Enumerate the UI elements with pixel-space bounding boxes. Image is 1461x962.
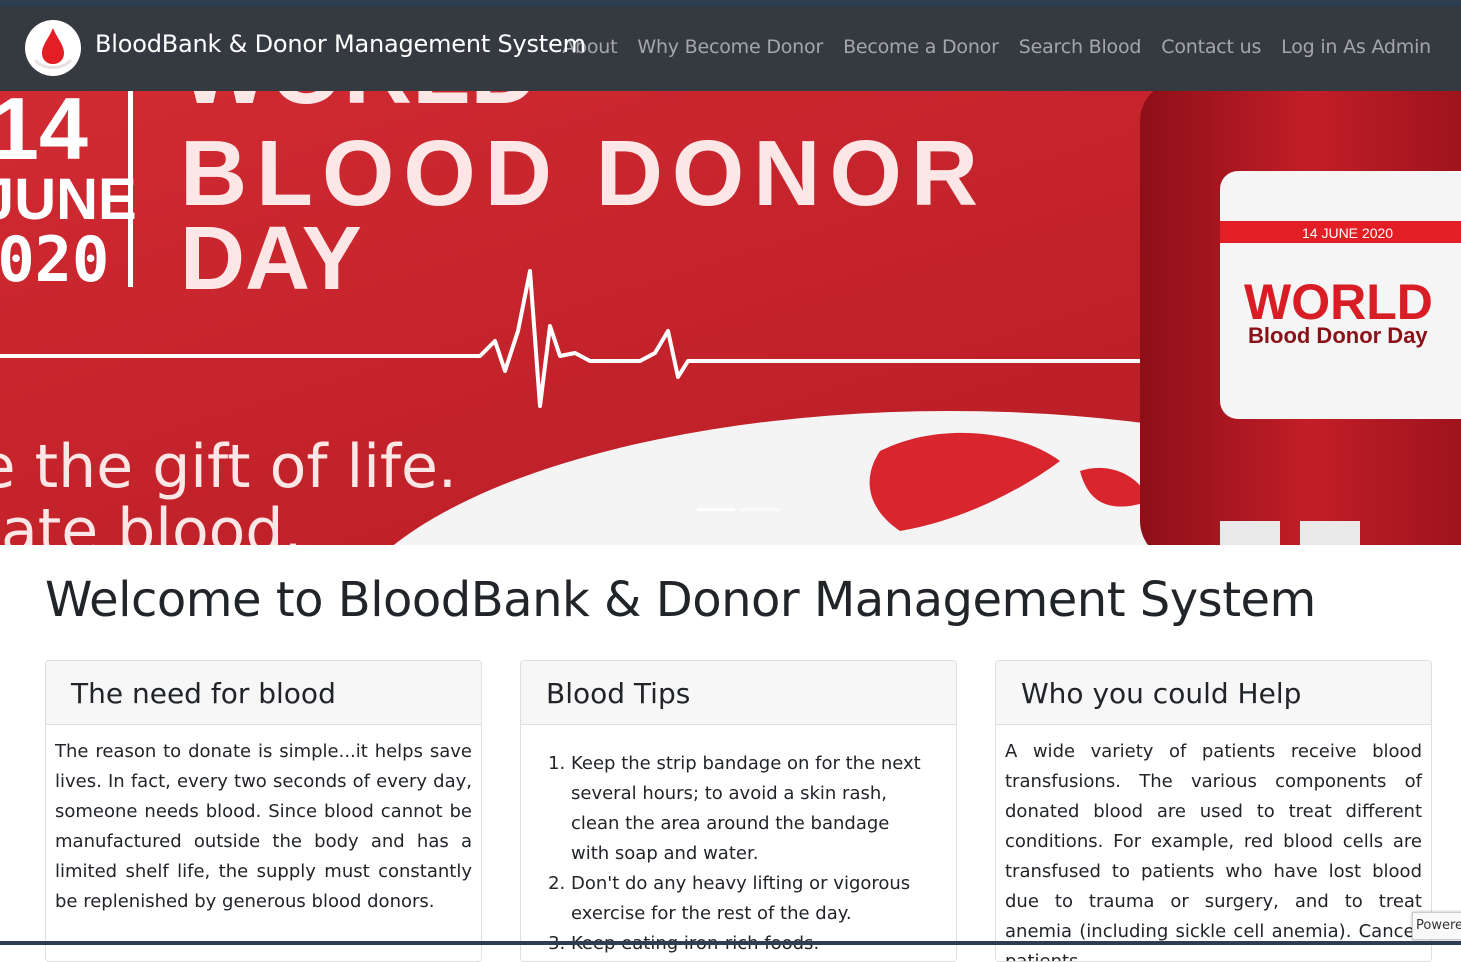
- brand-title[interactable]: BloodBank & Donor Management System: [95, 30, 586, 58]
- nav-item-about[interactable]: About: [552, 36, 627, 58]
- tips-list: Keep the strip bandage on for the next s…: [530, 749, 947, 959]
- hero-headline-1: WORLD: [180, 91, 539, 124]
- nav-item-become-a-donor[interactable]: Become a Donor: [833, 36, 1009, 58]
- blood-drop-logo-icon[interactable]: [25, 20, 81, 76]
- nav-item-admin-login[interactable]: Log in As Admin: [1271, 36, 1441, 58]
- list-item: Don't do any heavy lifting or vigorous e…: [571, 869, 947, 929]
- card-text: A wide variety of patients receive blood…: [1005, 741, 1422, 962]
- carousel-indicator-2[interactable]: [741, 508, 779, 511]
- hero-tagline-1: Give the gift of life.: [0, 432, 457, 502]
- blood-bag-subtitle: Blood Donor Day: [1248, 323, 1428, 348]
- card-blood-tips: Blood Tips Keep the strip bandage on for…: [520, 660, 957, 962]
- card-title: Blood Tips: [521, 661, 956, 725]
- card-title: The need for blood: [46, 661, 481, 725]
- hero-headline-3: DAY: [180, 209, 362, 309]
- nav-item-search-blood[interactable]: Search Blood: [1009, 36, 1152, 58]
- hero-carousel[interactable]: 14 JUNE 2020 WORLD BLOOD DONOR DAY Give …: [0, 91, 1461, 545]
- carousel-indicators: [697, 508, 779, 511]
- card-need-for-blood: The need for blood The reason to donate …: [45, 660, 482, 962]
- list-item: Keep the strip bandage on for the next s…: [571, 749, 947, 869]
- blood-bag-date: 14 JUNE 2020: [1302, 225, 1393, 241]
- hero-date-day: 14: [0, 91, 88, 178]
- hero-date-year: 2020: [0, 223, 109, 296]
- card-title: Who you could Help: [996, 661, 1431, 725]
- hero-banner-image: 14 JUNE 2020 WORLD BLOOD DONOR DAY Give …: [0, 91, 1461, 545]
- nav-item-contact-us[interactable]: Contact us: [1151, 36, 1271, 58]
- card-body: Keep the strip bandage on for the next s…: [521, 725, 956, 959]
- window-bottom-strip: [0, 941, 1461, 945]
- card-text: The reason to donate is simple...it help…: [55, 741, 472, 912]
- nav-links: About Why Become Donor Become a Donor Se…: [552, 36, 1441, 58]
- carousel-indicator-1[interactable]: [697, 508, 735, 511]
- card-who-you-could-help: Who you could Help A wide variety of pat…: [995, 660, 1432, 962]
- nav-item-why-become-donor[interactable]: Why Become Donor: [627, 36, 833, 58]
- navbar: BloodBank & Donor Management System Abou…: [0, 6, 1461, 91]
- hero-tagline-2: Donate blood.: [0, 496, 303, 545]
- blood-bag-title: WORLD: [1244, 274, 1433, 330]
- powered-by-widget[interactable]: Powered: [1412, 912, 1461, 940]
- page-title: Welcome to BloodBank & Donor Management …: [45, 572, 1316, 628]
